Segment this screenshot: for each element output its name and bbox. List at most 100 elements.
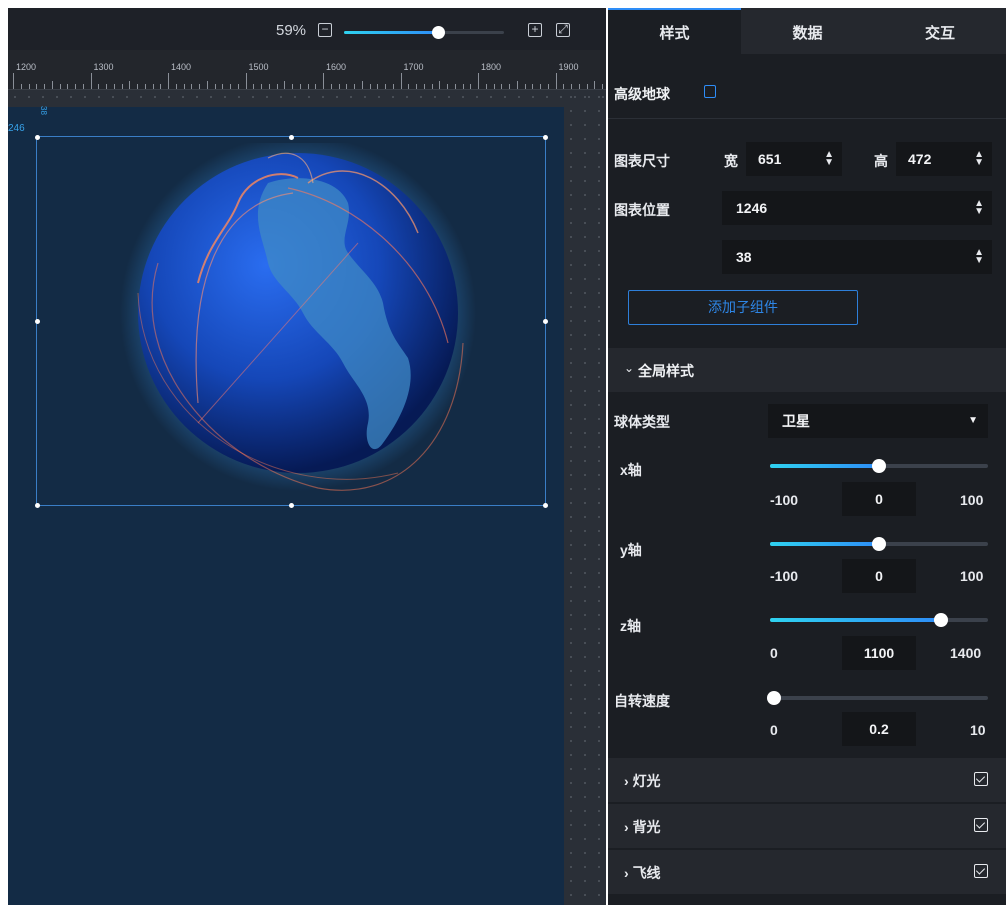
position-x-input[interactable]: 1246 ▲ ▼ (722, 191, 992, 225)
ruler-tick (532, 84, 534, 89)
component-title: 高级地球 (614, 86, 670, 102)
sphere-type-select[interactable]: 卫星 ▼ (768, 404, 988, 438)
ruler-tick (129, 81, 131, 89)
y-axis-max: 100 (960, 568, 984, 584)
x-axis-max: 100 (960, 492, 984, 508)
position-y-input[interactable]: 38 ▲ ▼ (722, 240, 992, 274)
document-icon[interactable] (704, 85, 716, 98)
section-lighting[interactable]: › 灯光 (608, 758, 1006, 802)
section-flylines[interactable]: › 飞线 (608, 850, 1006, 894)
width-label: 宽 (724, 153, 738, 169)
backlight-checkbox[interactable] (974, 818, 988, 832)
section-lighting-title: › 灯光 (624, 773, 661, 789)
ruler-tick (168, 73, 169, 89)
section-backlight-label: 背光 (632, 819, 661, 835)
zoom-slider[interactable] (344, 26, 504, 39)
resize-handle-tl[interactable] (35, 135, 40, 140)
ruler-tick (524, 84, 526, 89)
section-backlight-title: › 背光 (624, 819, 661, 835)
spin-speed-value[interactable]: 0.2 (842, 712, 916, 746)
spin-speed-label: 自转速度 (614, 693, 670, 709)
ruler-tick (369, 84, 371, 89)
z-axis-value[interactable]: 1100 (842, 636, 916, 670)
tab-data[interactable]: 数据 (741, 8, 874, 54)
position-x-spinner-icon[interactable]: ▲ ▼ (974, 191, 984, 217)
zoom-toolbar: 59% − + ⤢ (8, 8, 606, 50)
resize-handle-r[interactable] (543, 319, 548, 324)
ruler-tick (245, 73, 247, 89)
ruler-label: 1800 (481, 62, 502, 72)
ruler-label: 1500 (248, 62, 269, 72)
spin-speed-slider[interactable] (767, 691, 988, 705)
height-input[interactable]: 472 ▲ ▼ (896, 142, 992, 176)
tab-interaction[interactable]: 交互 (874, 8, 1006, 54)
section-lighting-label: 灯光 (632, 773, 661, 789)
section-flylines-label: 飞线 (632, 865, 661, 881)
horizontal-ruler: 1200 1300 1400 1500 1600 1700 1800 1900 (8, 50, 606, 90)
global-style-header[interactable]: ⌄ 全局样式 (608, 348, 1006, 392)
ruler-tick (361, 81, 363, 89)
ruler-tick (144, 84, 146, 89)
z-axis-slider[interactable] (770, 613, 988, 627)
ruler-tick (392, 84, 394, 89)
resize-handle-tr[interactable] (543, 135, 548, 140)
ruler-tick (408, 84, 410, 89)
ruler-tick (323, 73, 324, 89)
ruler-label: 1200 (16, 62, 37, 72)
ruler-tick (563, 84, 565, 89)
y-axis-label: y轴 (620, 542, 642, 558)
position-y-value: 38 (736, 249, 752, 265)
width-value: 651 (758, 151, 782, 167)
y-axis-slider[interactable] (770, 537, 988, 551)
ruler-tick (501, 84, 503, 89)
resize-handle-bl[interactable] (35, 503, 40, 508)
y-axis-value[interactable]: 0 (842, 559, 916, 593)
selection-box[interactable] (35, 135, 548, 508)
zoom-out-button[interactable]: − (318, 23, 332, 37)
width-spinner-icon[interactable]: ▲ ▼ (824, 142, 834, 168)
sphere-type-value: 卫星 (782, 413, 810, 429)
ruler-tick (416, 84, 417, 89)
tab-style[interactable]: 样式 (608, 8, 741, 54)
resize-handle-l[interactable] (35, 319, 40, 324)
ruler-tick (59, 84, 61, 89)
ruler-tick (36, 84, 38, 89)
resize-handle-br[interactable] (543, 503, 548, 508)
resize-handle-t[interactable] (289, 135, 294, 140)
ruler-tick (276, 84, 278, 89)
width-input[interactable]: 651 ▲ ▼ (746, 142, 842, 176)
ruler-tick (555, 73, 557, 89)
flylines-checkbox[interactable] (974, 864, 988, 878)
zoom-in-button[interactable]: + (528, 23, 542, 37)
x-axis-label: x轴 (620, 462, 642, 478)
canvas-area[interactable]: 59% − + ⤢ 1200 1300 1400 1500 1600 1700 1800 19… (8, 8, 606, 905)
ruler-tick (385, 84, 386, 89)
ruler-tick (106, 84, 107, 89)
spin-speed-slider-thumb[interactable] (767, 691, 782, 705)
position-y-spinner-icon[interactable]: ▲ ▼ (974, 240, 984, 266)
resize-handle-b[interactable] (289, 503, 294, 508)
zoom-slider-thumb[interactable] (432, 26, 446, 39)
ruler-tick (602, 84, 603, 89)
ruler-tick (377, 84, 379, 89)
ruler-tick (237, 84, 239, 89)
x-axis-slider-thumb[interactable] (872, 459, 886, 473)
ruler-tick (547, 84, 549, 89)
section-backlight[interactable]: › 背光 (608, 804, 1006, 848)
ruler-tick (82, 84, 84, 89)
canvas-grid-top (8, 90, 606, 107)
chevron-down-icon: ⌄ (624, 361, 635, 375)
add-child-button[interactable]: 添加子组件 (628, 290, 858, 325)
ruler-tick (67, 84, 69, 89)
height-spinner-icon[interactable]: ▲ ▼ (974, 142, 984, 168)
fit-screen-icon[interactable]: ⤢ (556, 23, 570, 37)
ruler-tick (160, 84, 162, 89)
x-axis-value[interactable]: 0 (842, 482, 916, 516)
z-axis-slider-thumb[interactable] (934, 613, 949, 627)
y-axis-slider-thumb[interactable] (872, 537, 886, 551)
ruler-tick (478, 73, 479, 89)
x-axis-slider[interactable] (770, 459, 988, 473)
ruler-tick (28, 84, 30, 89)
ruler-tick (51, 81, 53, 89)
lighting-checkbox[interactable] (974, 772, 988, 786)
